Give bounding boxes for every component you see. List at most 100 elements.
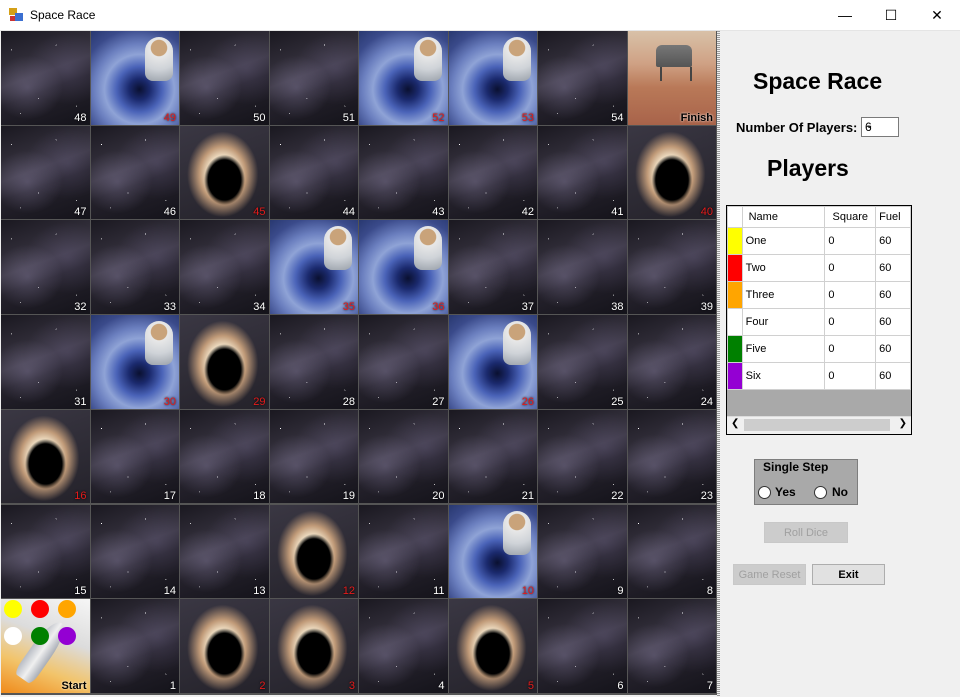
square-number: 23 xyxy=(700,490,713,503)
grid-horizontal-scrollbar[interactable]: ❮ ❯ xyxy=(727,416,911,434)
title-bar: Space Race — ☐ ✕ xyxy=(0,0,960,31)
square-number: 24 xyxy=(700,395,713,408)
player-fuel-cell[interactable]: 60 xyxy=(875,254,911,282)
board-square: 34 xyxy=(180,220,269,315)
player-color-cell xyxy=(727,227,743,255)
splitter[interactable] xyxy=(717,31,720,697)
board-square: 25 xyxy=(538,315,627,409)
board-square: 41 xyxy=(538,125,627,220)
player-name-cell[interactable]: Five xyxy=(741,335,826,363)
single-step-yes-label[interactable]: Yes xyxy=(775,485,796,499)
grid-header-square[interactable]: Square xyxy=(824,206,877,228)
astronaut-icon xyxy=(145,321,173,366)
single-step-yes-radio[interactable] xyxy=(758,486,771,499)
square-number: 33 xyxy=(163,301,176,314)
board-square: 2 xyxy=(180,599,269,693)
board-square: 27 xyxy=(359,315,448,409)
board-square: 16 xyxy=(1,409,90,504)
square-number: 36 xyxy=(432,301,445,314)
square-number: 17 xyxy=(163,490,176,503)
player-square-cell[interactable]: 0 xyxy=(824,227,877,255)
single-step-no-radio[interactable] xyxy=(814,486,827,499)
board-square: 5 xyxy=(448,599,537,693)
square-number: 9 xyxy=(617,585,624,598)
player-name-cell[interactable]: Six xyxy=(741,362,826,390)
player-row[interactable]: Two 0 60 xyxy=(727,254,911,282)
board-square: 23 xyxy=(627,409,716,504)
square-number: 13 xyxy=(253,585,266,598)
player-square-cell[interactable]: 0 xyxy=(824,335,877,363)
board-square: 40 xyxy=(627,125,716,220)
square-number: 11 xyxy=(433,585,445,598)
board-square: 12 xyxy=(269,504,358,599)
player-square-cell[interactable]: 0 xyxy=(824,362,877,390)
player-row[interactable]: Six 0 60 xyxy=(727,362,911,390)
player-row[interactable]: Four 0 60 xyxy=(727,308,911,336)
player-square-cell[interactable]: 0 xyxy=(824,308,877,336)
player-color-cell xyxy=(727,335,743,363)
scroll-right-icon[interactable]: ❯ xyxy=(899,418,907,429)
players-grid[interactable]: Name Square Fuel One 0 60 Two 0 60 Three 0 60 Fou… xyxy=(726,205,912,435)
player-name-cell[interactable]: Four xyxy=(741,308,826,336)
player-square-cell[interactable]: 0 xyxy=(824,254,877,282)
close-button[interactable]: ✕ xyxy=(914,0,960,30)
square-number: 3 xyxy=(348,679,355,692)
board-square: 18 xyxy=(180,409,269,504)
player-fuel-cell[interactable]: 60 xyxy=(875,227,911,255)
player-square-cell[interactable]: 0 xyxy=(824,281,877,309)
player-fuel-cell[interactable]: 60 xyxy=(875,308,911,336)
square-number: 12 xyxy=(342,585,355,598)
player-name-cell[interactable]: Two xyxy=(741,254,826,282)
square-number: 44 xyxy=(342,206,355,219)
minimize-button[interactable]: — xyxy=(822,0,868,30)
roll-dice-button[interactable]: Roll Dice xyxy=(764,522,848,543)
board-square: 22 xyxy=(538,409,627,504)
player-fuel-cell[interactable]: 60 xyxy=(875,362,911,390)
board-square: 38 xyxy=(538,220,627,315)
square-number: Start xyxy=(61,679,87,692)
board-square: 37 xyxy=(448,220,537,315)
board-square: 48 xyxy=(1,31,90,125)
player-row[interactable]: Three 0 60 xyxy=(727,281,911,309)
single-step-group: Single Step Yes No xyxy=(754,459,858,505)
player-fuel-cell[interactable]: 60 xyxy=(875,335,911,363)
square-number: 54 xyxy=(611,111,624,124)
player-name-cell[interactable]: One xyxy=(741,227,826,255)
game-reset-button[interactable]: Game Reset xyxy=(733,564,806,585)
square-number: 1 xyxy=(169,679,176,692)
square-number: Finish xyxy=(680,111,713,124)
player-token xyxy=(58,600,76,619)
square-number: 26 xyxy=(521,395,534,408)
player-color-cell xyxy=(727,362,743,390)
window-title: Space Race xyxy=(30,8,96,22)
single-step-no-label[interactable]: No xyxy=(832,485,848,499)
square-number: 18 xyxy=(253,490,266,503)
number-of-players-select[interactable]: 6 ⌄ xyxy=(861,117,899,137)
square-number: 8 xyxy=(706,585,713,598)
board-square: 9 xyxy=(538,504,627,599)
square-number: 34 xyxy=(253,301,266,314)
astronaut-icon xyxy=(324,226,352,271)
board-square: 30 xyxy=(90,315,179,409)
grid-header-name[interactable]: Name xyxy=(741,206,826,228)
player-name-cell[interactable]: Three xyxy=(741,281,826,309)
board-square: 13 xyxy=(180,504,269,599)
game-board: 48 49 50 51 52 53 54 Finish 47 46 45 44 43 42 41 40 32 33… xyxy=(1,31,717,695)
chevron-down-icon: ⌄ xyxy=(865,120,874,131)
exit-button[interactable]: Exit xyxy=(812,564,885,585)
board-square: 46 xyxy=(90,125,179,220)
square-number: 53 xyxy=(521,111,534,124)
board-square: 15 xyxy=(1,504,90,599)
scroll-left-icon[interactable]: ❮ xyxy=(731,418,739,429)
maximize-button[interactable]: ☐ xyxy=(868,0,914,30)
grid-header-fuel[interactable]: Fuel xyxy=(875,206,911,228)
player-fuel-cell[interactable]: 60 xyxy=(875,281,911,309)
square-number: 4 xyxy=(438,679,445,692)
scrollbar-thumb[interactable] xyxy=(744,419,890,431)
player-row[interactable]: One 0 60 xyxy=(727,227,911,255)
board-square: 3 xyxy=(269,599,358,693)
square-number: 52 xyxy=(432,111,445,124)
player-row[interactable]: Five 0 60 xyxy=(727,335,911,363)
board-square: 1 xyxy=(90,599,179,693)
astronaut-icon xyxy=(503,37,531,81)
